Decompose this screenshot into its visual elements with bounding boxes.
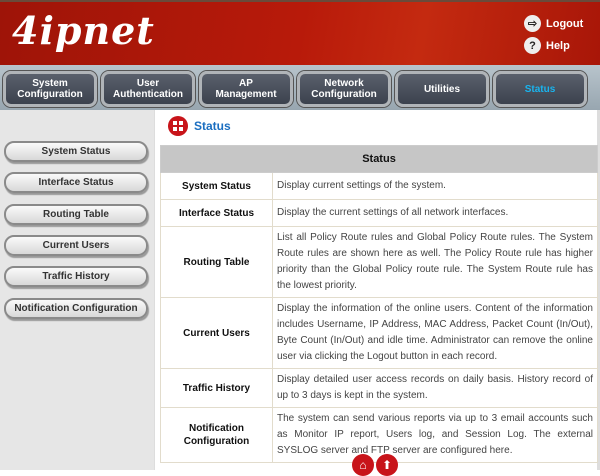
table-header: Status	[160, 145, 598, 173]
row-name: Notification Configuration	[160, 407, 273, 463]
page-title-text: Status	[194, 119, 231, 133]
row-desc: Display the current settings of all netw…	[272, 199, 598, 227]
help-link[interactable]: ? Help	[524, 37, 570, 54]
arrow-up-icon[interactable]: ⬆	[376, 454, 398, 476]
page-title: Status	[168, 116, 231, 136]
logout-icon: ⇨	[524, 15, 541, 32]
tab-user-authentication[interactable]: User Authentication	[101, 71, 195, 107]
row-name: Current Users	[160, 297, 273, 369]
sidebar-item-traffic-history[interactable]: Traffic History	[4, 266, 148, 287]
sidebar-item-notification-configuration[interactable]: Notification Configuration	[4, 298, 148, 319]
tab-system-configuration[interactable]: System Configuration	[3, 71, 97, 107]
table-row: Traffic History Display detailed user acc…	[160, 368, 598, 408]
help-icon: ?	[524, 37, 541, 54]
tab-utilities[interactable]: Utilities	[395, 71, 489, 107]
main-nav: System Configuration User Authentication…	[0, 65, 600, 110]
grid-icon	[168, 116, 188, 136]
table-row: Routing Table List all Policy Route rules…	[160, 226, 598, 298]
sidebar-item-current-users[interactable]: Current Users	[4, 235, 148, 256]
status-table: Status System Status Display current sett…	[160, 145, 598, 463]
tab-ap-management[interactable]: AP Management	[199, 71, 293, 107]
logo: 4ipnet	[12, 8, 155, 53]
sidebar-item-interface-status[interactable]: Interface Status	[4, 172, 148, 193]
header-banner: 4ipnet ⇨ Logout ? Help	[0, 0, 600, 65]
bottom-buttons: ⌂ ⬆	[352, 454, 398, 476]
logout-label: Logout	[546, 17, 584, 30]
sidebar-item-routing-table[interactable]: Routing Table	[4, 204, 148, 225]
sidebar-item-system-status[interactable]: System Status	[4, 141, 148, 162]
row-desc: The system can send various reports via …	[272, 407, 598, 463]
row-name: Traffic History	[160, 368, 273, 408]
tab-status[interactable]: Status	[493, 71, 587, 107]
row-name: Interface Status	[160, 199, 273, 227]
table-row: Current Users Display the information of …	[160, 297, 598, 369]
row-name: System Status	[160, 172, 273, 200]
home-icon[interactable]: ⌂	[352, 454, 374, 476]
help-label: Help	[546, 39, 570, 52]
row-desc: Display current settings of the system.	[272, 172, 598, 200]
tab-network-configuration[interactable]: Network Configuration	[297, 71, 391, 107]
table-row: Interface Status Display the current sett…	[160, 199, 598, 227]
table-row: System Status Display current settings of…	[160, 172, 598, 200]
row-desc: Display detailed user access records on …	[272, 368, 598, 408]
row-desc: List all Policy Route rules and Global P…	[272, 226, 598, 298]
row-name: Routing Table	[160, 226, 273, 298]
row-desc: Display the information of the online us…	[272, 297, 598, 369]
sidebar: System Status Interface Status Routing T…	[0, 110, 155, 470]
logout-link[interactable]: ⇨ Logout	[524, 15, 583, 32]
